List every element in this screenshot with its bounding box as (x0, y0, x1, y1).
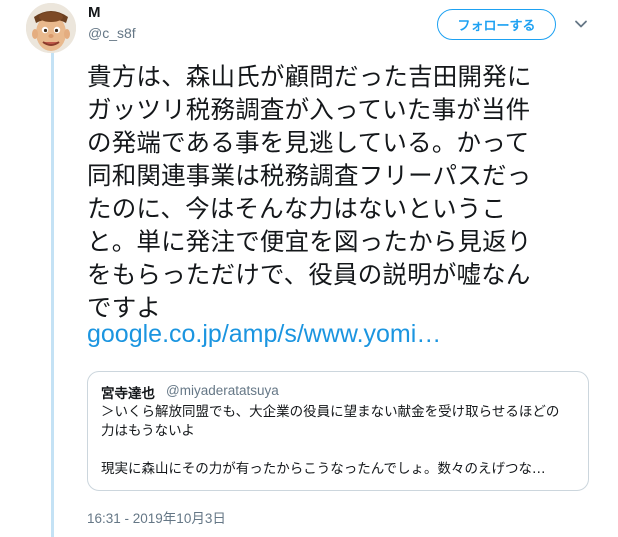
quoted-tweet-card[interactable]: 宮寺達也 @miyaderatatsuya ＞いくら解放同盟でも、大企業の役員に… (87, 371, 589, 491)
user-handle[interactable]: @c_s8f (88, 25, 136, 41)
tweet-timestamp[interactable]: 16:31 - 2019年10月3日 (87, 507, 226, 527)
tweet-text: 貴方は、森山氏が顧問だった吉田開発に ガッツリ税務調査が入っていた事が当件 の発… (87, 62, 532, 322)
quoted-author-name: 宮寺達也 (101, 386, 155, 402)
quoted-line: ＞いくら解放同盟でも、大企業の役員に望まない献金を受け取らせるほどの (101, 404, 560, 420)
avatar[interactable] (26, 3, 76, 53)
quoted-tweet-body: ＞いくら解放同盟でも、大企業の役員に望まない献金を受け取らせるほどの 力はもうな… (101, 403, 577, 479)
follow-button[interactable]: フォローする (437, 9, 556, 40)
chevron-down-icon[interactable] (572, 15, 590, 33)
quoted-line: 力はもうないよ (101, 423, 195, 439)
cartoon-cowboy-avatar-icon (26, 3, 76, 53)
quoted-author-handle: @miyaderatatsuya (166, 383, 279, 398)
tweet-link[interactable]: google.co.jp/amp/s/www.yomi… (87, 318, 441, 351)
quoted-line: 現実に森山にその力が有ったからこうなったんでしょ。数々のえげつな… (101, 461, 546, 477)
thread-line (51, 52, 54, 537)
display-name[interactable]: M (88, 4, 101, 21)
